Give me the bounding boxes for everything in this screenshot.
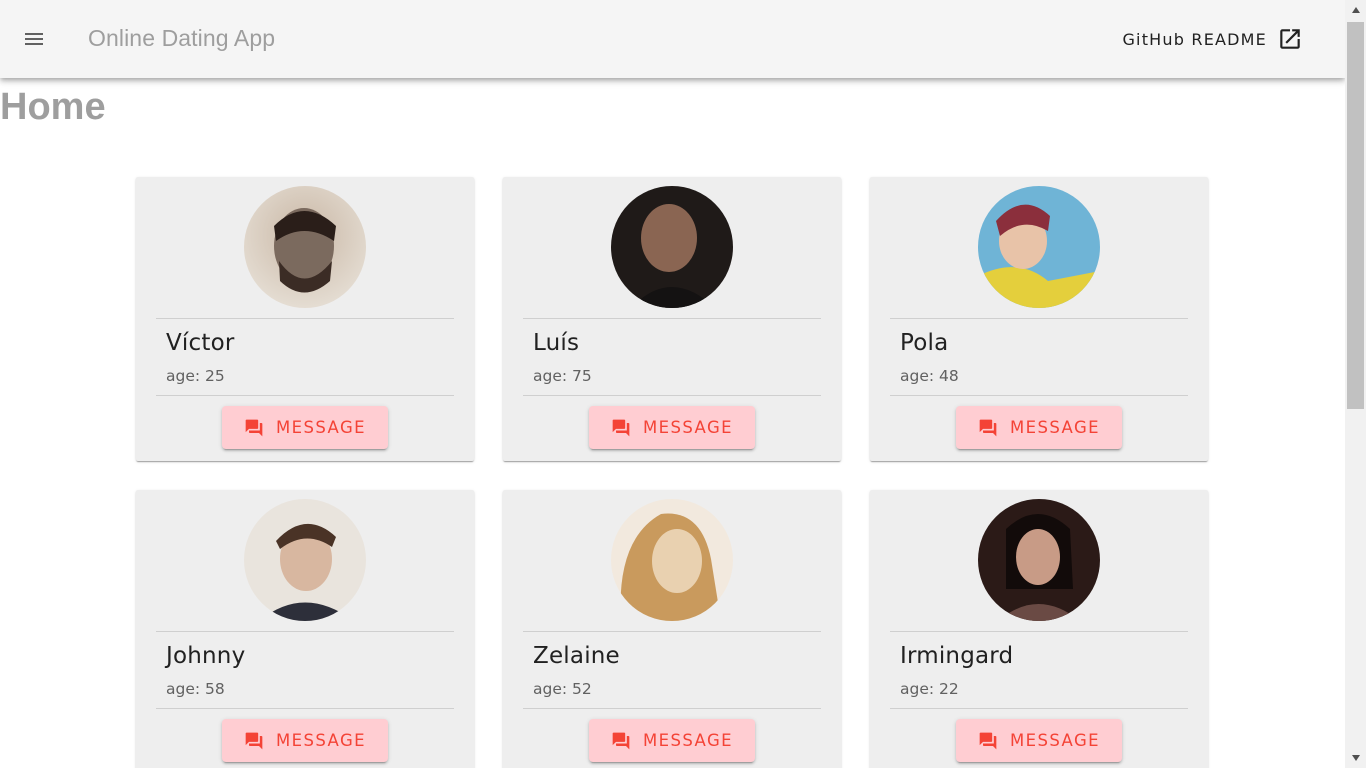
avatar [611,186,733,308]
app-viewport: Online Dating App GitHub README Home Víc… [0,0,1345,768]
message-button[interactable]: MESSAGE [222,406,388,449]
message-button[interactable]: MESSAGE [956,719,1122,762]
profile-card: Johnny age: 58 MESSAGE [136,490,474,768]
app-title: Online Dating App [88,25,276,51]
vertical-scrollbar[interactable] [1345,0,1366,768]
profile-card: Luís age: 75 MESSAGE [503,177,841,461]
chat-bubbles-icon [979,419,997,436]
profile-age: age: 48 [900,367,959,385]
profile-age: age: 25 [166,367,225,385]
profile-age: age: 52 [533,680,592,698]
card-divider [523,395,821,396]
message-button[interactable]: MESSAGE [589,719,755,762]
message-button-label: MESSAGE [1010,731,1100,750]
avatar [978,186,1100,308]
card-divider [156,395,454,396]
avatar [978,499,1100,621]
message-button-label: MESSAGE [643,731,733,750]
card-divider [523,318,821,319]
profile-name: Zelaine [533,643,620,669]
scroll-thumb[interactable] [1347,22,1364,409]
card-divider [890,318,1188,319]
github-readme-button[interactable]: GitHub README [1118,18,1307,60]
chat-bubbles-icon [979,732,997,749]
profile-card: Irmingard age: 22 MESSAGE [870,490,1208,768]
profile-age: age: 22 [900,680,959,698]
chat-bubbles-icon [245,732,263,749]
github-readme-label: GitHub README [1122,29,1267,49]
chat-bubbles-icon [612,732,630,749]
profile-name: Víctor [166,330,235,356]
avatar [244,499,366,621]
caret-down-icon [1351,755,1360,761]
profile-name: Johnny [166,643,246,669]
profile-card: Zelaine age: 52 MESSAGE [503,490,841,768]
profile-card: Víctor age: 25 MESSAGE [136,177,474,461]
profile-name: Luís [533,330,580,356]
message-button-label: MESSAGE [643,418,733,437]
menu-button[interactable] [14,19,54,59]
profile-grid: Víctor age: 25 MESSAGE Luís age: 75 MESS… [136,177,1209,768]
chat-bubbles-icon [245,419,263,436]
message-button-label: MESSAGE [276,418,366,437]
avatar [611,499,733,621]
app-bar: Online Dating App GitHub README [0,0,1345,78]
message-button-label: MESSAGE [276,731,366,750]
avatar [244,186,366,308]
card-divider [890,708,1188,709]
card-divider [156,708,454,709]
message-button[interactable]: MESSAGE [222,719,388,762]
card-divider [523,631,821,632]
card-divider [156,631,454,632]
caret-up-icon [1351,7,1360,13]
scroll-down-arrow[interactable] [1345,748,1366,768]
scroll-up-arrow[interactable] [1345,0,1366,20]
profile-name: Pola [900,330,949,356]
profile-age: age: 75 [533,367,592,385]
card-divider [156,318,454,319]
profile-age: age: 58 [166,680,225,698]
page-title: Home [0,86,106,128]
chat-bubbles-icon [612,419,630,436]
card-divider [523,708,821,709]
profile-card: Pola age: 48 MESSAGE [870,177,1208,461]
message-button[interactable]: MESSAGE [589,406,755,449]
open-in-new-icon [1280,29,1300,49]
profile-name: Irmingard [900,643,1014,669]
message-button[interactable]: MESSAGE [956,406,1122,449]
card-divider [890,631,1188,632]
card-divider [890,395,1188,396]
menu-icon [25,33,43,45]
message-button-label: MESSAGE [1010,418,1100,437]
